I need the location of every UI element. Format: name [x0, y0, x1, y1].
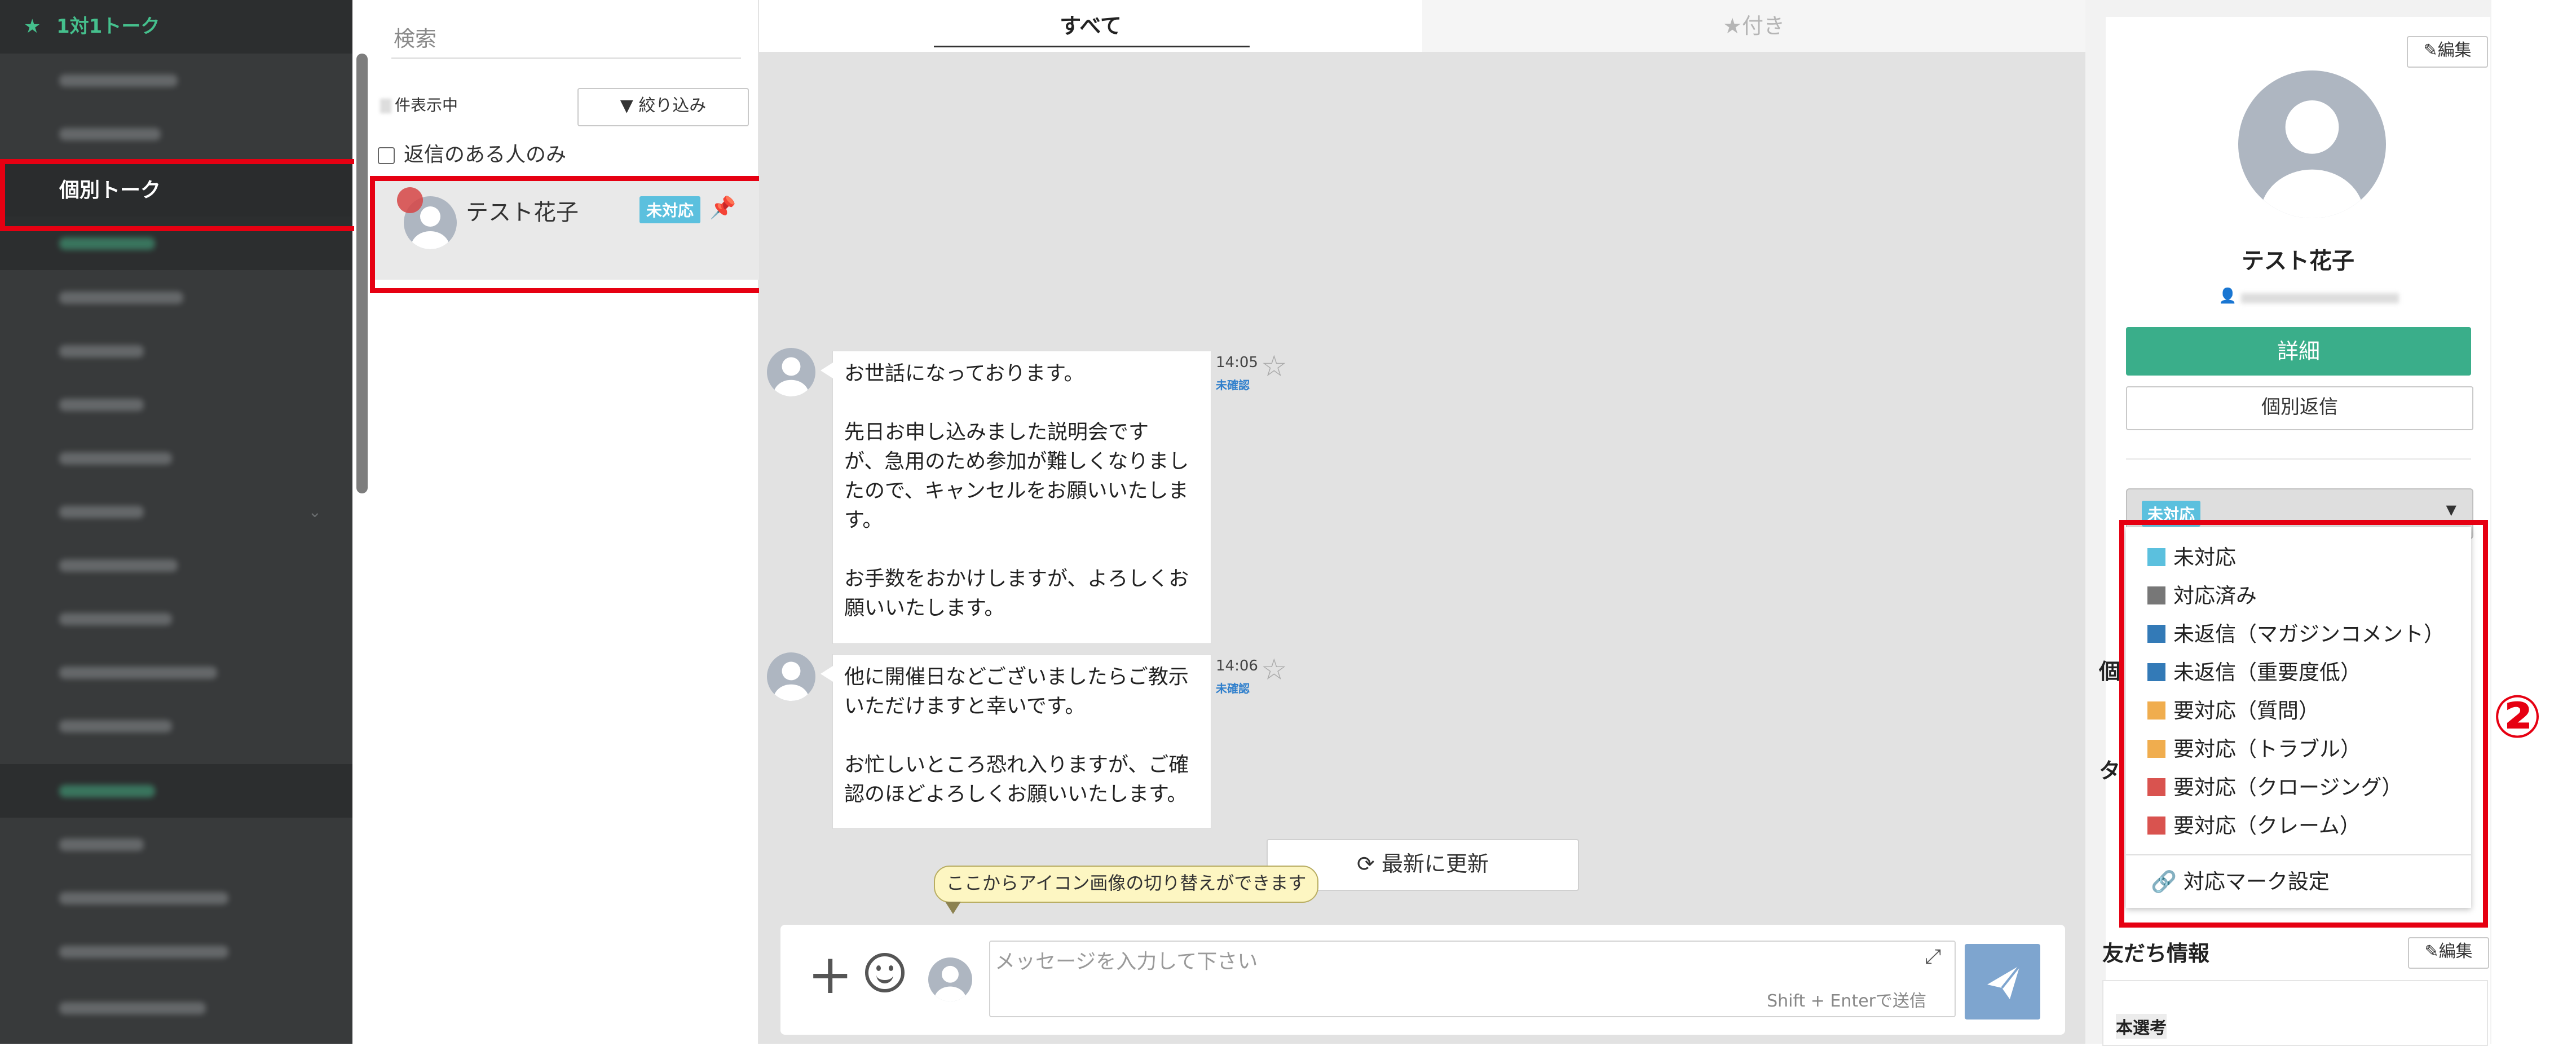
- tab-all[interactable]: すべて: [759, 0, 1422, 52]
- send-button[interactable]: [1965, 944, 2040, 1019]
- checkbox-icon[interactable]: [378, 147, 395, 164]
- filter-icon: ▼: [620, 96, 633, 116]
- sidebar-item-blurred[interactable]: [0, 107, 352, 161]
- emoji-icon[interactable]: [865, 953, 905, 992]
- message-composer: + メッセージを入力して下さい ⤢ Shift + Enterで送信: [780, 925, 2065, 1035]
- highlight-box: [0, 159, 363, 231]
- reply-only-checkbox[interactable]: 返信のある人のみ: [378, 138, 566, 167]
- avatar: [767, 652, 815, 701]
- edit-icon: ✎: [2424, 942, 2439, 961]
- star-icon[interactable]: ☆: [1261, 350, 1287, 383]
- partial-label: 個: [2099, 659, 2121, 684]
- sidebar-item-blurred[interactable]: [0, 871, 352, 925]
- read-status: 未確認: [1216, 682, 1250, 695]
- message-time: 14:06: [1216, 657, 1258, 674]
- filter-label: 絞り込み: [638, 96, 707, 116]
- sidebar-item-blurred[interactable]: [0, 431, 352, 485]
- expand-icon[interactable]: ⤢: [1925, 945, 1941, 969]
- result-count: 件表示中: [380, 93, 458, 116]
- individual-reply-button[interactable]: 個別返信: [2126, 386, 2473, 430]
- highlight-box: [2119, 520, 2488, 928]
- partial-label: タ: [2099, 758, 2121, 783]
- message-bubble: お世話になっております。 先日お申し込みました説明会です が、急用のため参加が難…: [821, 351, 1211, 644]
- tooltip: ここからアイコン画像の切り替えができます: [934, 866, 1319, 914]
- tab-starred[interactable]: ★付き: [1422, 0, 2085, 52]
- filter-button[interactable]: ▼ 絞り込み: [577, 88, 749, 126]
- sidebar-item-blurred[interactable]: [0, 818, 352, 871]
- annotation-marker-2: ②: [2493, 682, 2543, 751]
- edit-button[interactable]: ✎編集: [2407, 36, 2488, 68]
- edit-label: 編集: [2437, 41, 2472, 60]
- sidebar-item-blurred[interactable]: [0, 646, 352, 699]
- user-icon: 👤: [2218, 288, 2237, 304]
- sender-avatar[interactable]: [928, 957, 972, 1001]
- edit-label: 編集: [2438, 942, 2473, 961]
- refresh-label: 最新に更新: [1381, 851, 1489, 876]
- sidebar-item-blurred[interactable]: [0, 592, 352, 646]
- scrollbar-thumb[interactable]: [356, 54, 368, 493]
- reply-only-label: 返信のある人のみ: [404, 143, 567, 166]
- detail-button[interactable]: 詳細: [2126, 327, 2471, 376]
- star-icon[interactable]: ☆: [1261, 653, 1287, 687]
- sidebar-item-blurred[interactable]: [0, 539, 352, 592]
- star-icon: ★: [24, 15, 41, 38]
- caret-down-icon: ▼: [2446, 502, 2456, 518]
- sidebar-item-blurred[interactable]: [0, 699, 352, 753]
- chevron-icon: ⌄: [308, 502, 321, 521]
- avatar: [767, 348, 815, 396]
- friend-info-title: 友だち情報: [2102, 941, 2210, 966]
- sidebar-scrollbar[interactable]: [354, 0, 370, 1044]
- message-input[interactable]: メッセージを入力して下さい ⤢ Shift + Enterで送信: [989, 941, 1956, 1017]
- tab-starred-label: ★付き: [1722, 14, 1785, 38]
- profile-avatar: [2238, 70, 2386, 218]
- sidebar-section-header-blurred[interactable]: [0, 764, 352, 818]
- send-hint: Shift + Enterで送信: [1767, 991, 1926, 1011]
- friend-info-edit-button[interactable]: ✎編集: [2408, 937, 2489, 969]
- memo-box: 本選考: [2102, 980, 2488, 1046]
- conversation-list: 検索 件表示中 ▼ 絞り込み 返信のある人のみ テスト花子 未対応 📌: [370, 0, 759, 1044]
- chat-area: すべて ★付き お世話になっております。 先日お申し込みました説明会です が、急…: [759, 0, 2085, 1044]
- sidebar-section-title: 1対1トーク: [56, 15, 160, 38]
- message-bubble: 他に開催日などございましたらご教示 いただけますと幸いです。 お忙しいところ恐れ…: [821, 654, 1211, 829]
- message-time: 14:05: [1216, 354, 1258, 371]
- sidebar-item-blurred[interactable]: [0, 925, 352, 978]
- memo-label: 本選考: [2116, 1014, 2167, 1039]
- tab-all-label: すべて: [1060, 14, 1122, 38]
- edit-icon: ✎: [2423, 41, 2438, 60]
- sidebar: ★ 1対1トーク 個別トーク ⌄: [0, 0, 352, 1044]
- sidebar-item-blurred[interactable]: [0, 324, 352, 378]
- user-id: 👤: [2218, 288, 2399, 304]
- result-count-label: 件表示中: [395, 96, 458, 114]
- sidebar-item-blurred[interactable]: [0, 981, 352, 1035]
- sidebar-item-blurred[interactable]: ⌄: [0, 485, 352, 539]
- sidebar-item-blurred[interactable]: [0, 271, 352, 324]
- profile-name: テスト花子: [2242, 248, 2354, 274]
- highlight-box: [370, 176, 771, 293]
- sidebar-item-blurred[interactable]: [0, 54, 352, 107]
- plus-icon[interactable]: +: [808, 947, 853, 1001]
- send-icon: [1987, 964, 2021, 999]
- message-placeholder: メッセージを入力して下さい: [995, 950, 1258, 973]
- search-placeholder: 検索: [394, 27, 437, 51]
- search-input[interactable]: 検索: [391, 16, 741, 59]
- refresh-icon: ⟳: [1357, 851, 1375, 876]
- sidebar-section-header[interactable]: ★ 1対1トーク: [0, 0, 352, 54]
- read-status: 未確認: [1216, 378, 1250, 392]
- sidebar-item-blurred[interactable]: [0, 378, 352, 431]
